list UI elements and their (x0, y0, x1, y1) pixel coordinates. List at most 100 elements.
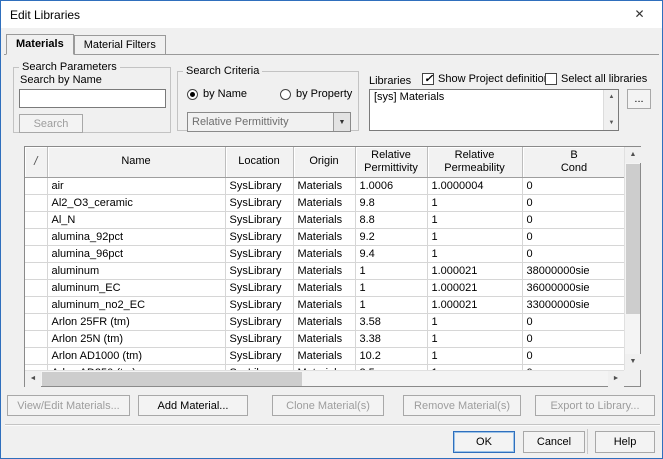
table-cell[interactable]: 10.2 (355, 347, 428, 365)
table-cell[interactable]: SysLibrary (225, 313, 294, 331)
row-selector[interactable] (25, 228, 48, 246)
scroll-left-icon[interactable]: ◄ (25, 371, 41, 387)
table-cell[interactable]: SysLibrary (225, 262, 294, 280)
table-row[interactable]: aluminum_no2_EC SysLibrary Materials 1 1.000… (25, 296, 624, 314)
show-project-checkbox[interactable]: Show Project definitions (422, 72, 555, 85)
table-cell[interactable]: 1 (355, 279, 428, 297)
table-cell[interactable]: SysLibrary (225, 347, 294, 365)
table-cell[interactable]: 0 (522, 330, 624, 348)
table-cell[interactable]: 1 (427, 330, 523, 348)
ok-button[interactable]: OK (453, 431, 515, 453)
radio-by-property[interactable]: by Property (280, 88, 352, 100)
table-cell[interactable]: 1 (427, 211, 523, 229)
export-to-library-button[interactable]: Export to Library... (535, 395, 655, 416)
table-row[interactable]: Arlon 25FR (tm) SysLibrary Materials 3.58 1 0 (25, 313, 624, 331)
table-cell[interactable]: 0 (522, 245, 624, 263)
vertical-scrollbar[interactable]: ▲ ▼ (624, 147, 641, 370)
table-cell[interactable]: SysLibrary (225, 194, 294, 212)
view-edit-materials-button[interactable]: View/Edit Materials... (7, 395, 130, 416)
table-cell[interactable]: 0 (522, 211, 624, 229)
row-selector[interactable] (25, 245, 48, 263)
table-cell[interactable]: air (47, 177, 226, 195)
table-cell[interactable]: SysLibrary (225, 296, 294, 314)
row-selector[interactable] (25, 194, 48, 212)
search-input[interactable] (19, 89, 166, 108)
table-cell[interactable]: Materials (293, 177, 356, 195)
table-cell[interactable]: Materials (293, 211, 356, 229)
table-cell[interactable]: Materials (293, 245, 356, 263)
help-button[interactable]: Help (595, 431, 655, 453)
column-header[interactable]: Relative Permeability (427, 147, 523, 178)
table-row[interactable]: alumina_92pct SysLibrary Materials 9.2 1 0 (25, 228, 624, 246)
table-cell[interactable]: 1.0006 (355, 177, 428, 195)
column-header[interactable]: Origin (293, 147, 356, 178)
table-cell[interactable]: SysLibrary (225, 245, 294, 263)
table-cell[interactable]: 1 (427, 194, 523, 212)
table-row[interactable]: Al2_O3_ceramic SysLibrary Materials 9.8 1 0 (25, 194, 624, 212)
table-cell[interactable]: 0 (522, 347, 624, 365)
table-cell[interactable]: 1.000021 (427, 296, 523, 314)
table-cell[interactable]: 9.2 (355, 228, 428, 246)
table-cell[interactable]: SysLibrary (225, 211, 294, 229)
horizontal-scrollbar-thumb[interactable] (42, 372, 302, 386)
table-cell[interactable]: Materials (293, 194, 356, 212)
table-cell[interactable]: 0 (522, 228, 624, 246)
table-cell[interactable]: Materials (293, 313, 356, 331)
table-cell[interactable]: 36000000sie (522, 279, 624, 297)
scroll-down-icon[interactable]: ▼ (604, 116, 618, 130)
vertical-scrollbar-thumb[interactable] (626, 164, 640, 314)
column-header[interactable]: Relative Permittivity (355, 147, 428, 178)
table-row[interactable]: Al_N SysLibrary Materials 8.8 1 0 (25, 211, 624, 229)
row-selector[interactable] (25, 279, 48, 297)
table-cell[interactable]: Arlon AD1000 (tm) (47, 347, 226, 365)
table-cell[interactable]: 33000000sie (522, 296, 624, 314)
table-row[interactable]: aluminum SysLibrary Materials 1 1.000021 3800… (25, 262, 624, 280)
row-selector[interactable] (25, 296, 48, 314)
table-row[interactable]: air SysLibrary Materials 1.0006 1.0000004 0 (25, 177, 624, 195)
table-cell[interactable]: alumina_96pct (47, 245, 226, 263)
table-cell[interactable]: Arlon 25FR (tm) (47, 313, 226, 331)
titlebar[interactable]: Edit Libraries ✕ (1, 1, 662, 28)
row-selector[interactable] (25, 330, 48, 348)
table-row[interactable]: alumina_96pct SysLibrary Materials 9.4 1 0 (25, 245, 624, 263)
scroll-up-icon[interactable]: ▲ (625, 147, 641, 163)
table-cell[interactable]: 0 (522, 177, 624, 195)
tab-materials[interactable]: Materials (6, 34, 74, 55)
table-cell[interactable]: 1 (355, 296, 428, 314)
table-cell[interactable]: 3.58 (355, 313, 428, 331)
table-cell[interactable]: Al2_O3_ceramic (47, 194, 226, 212)
table-cell[interactable]: 1 (427, 228, 523, 246)
table-cell[interactable]: alumina_92pct (47, 228, 226, 246)
table-cell[interactable]: Materials (293, 228, 356, 246)
table-cell[interactable]: Materials (293, 330, 356, 348)
close-icon[interactable]: ✕ (617, 1, 662, 28)
table-cell[interactable]: 0 (522, 313, 624, 331)
libraries-list-scrollbar[interactable]: ▲ ▼ (603, 90, 618, 130)
table-cell[interactable]: Materials (293, 347, 356, 365)
table-cell[interactable]: 9.4 (355, 245, 428, 263)
table-cell[interactable]: 1 (427, 313, 523, 331)
table-cell[interactable]: Materials (293, 296, 356, 314)
table-cell[interactable]: Al_N (47, 211, 226, 229)
cancel-button[interactable]: Cancel (523, 431, 585, 453)
table-cell[interactable]: SysLibrary (225, 279, 294, 297)
scroll-down-icon[interactable]: ▼ (625, 354, 641, 370)
clone-materials-button[interactable]: Clone Material(s) (272, 395, 384, 416)
table-cell[interactable]: 1.000021 (427, 279, 523, 297)
libraries-list[interactable]: [sys] Materials ▲ ▼ (369, 89, 619, 131)
select-all-libraries-checkbox[interactable]: Select all libraries (545, 73, 647, 85)
scroll-right-icon[interactable]: ► (608, 371, 624, 387)
table-cell[interactable]: SysLibrary (225, 330, 294, 348)
radio-by-name[interactable]: by Name (187, 88, 247, 100)
scroll-up-icon[interactable]: ▲ (604, 90, 618, 104)
column-header[interactable]: Location (225, 147, 294, 178)
tab-material-filters[interactable]: Material Filters (73, 35, 166, 54)
row-selector[interactable] (25, 347, 48, 365)
add-material-button[interactable]: Add Material... (138, 395, 248, 416)
property-dropdown[interactable]: Relative Permittivity ▼ (187, 112, 351, 132)
table-cell[interactable]: 3.38 (355, 330, 428, 348)
row-selector[interactable] (25, 211, 48, 229)
table-cell[interactable]: 8.8 (355, 211, 428, 229)
remove-materials-button[interactable]: Remove Material(s) (403, 395, 521, 416)
column-header-sort[interactable]: / (25, 147, 48, 178)
